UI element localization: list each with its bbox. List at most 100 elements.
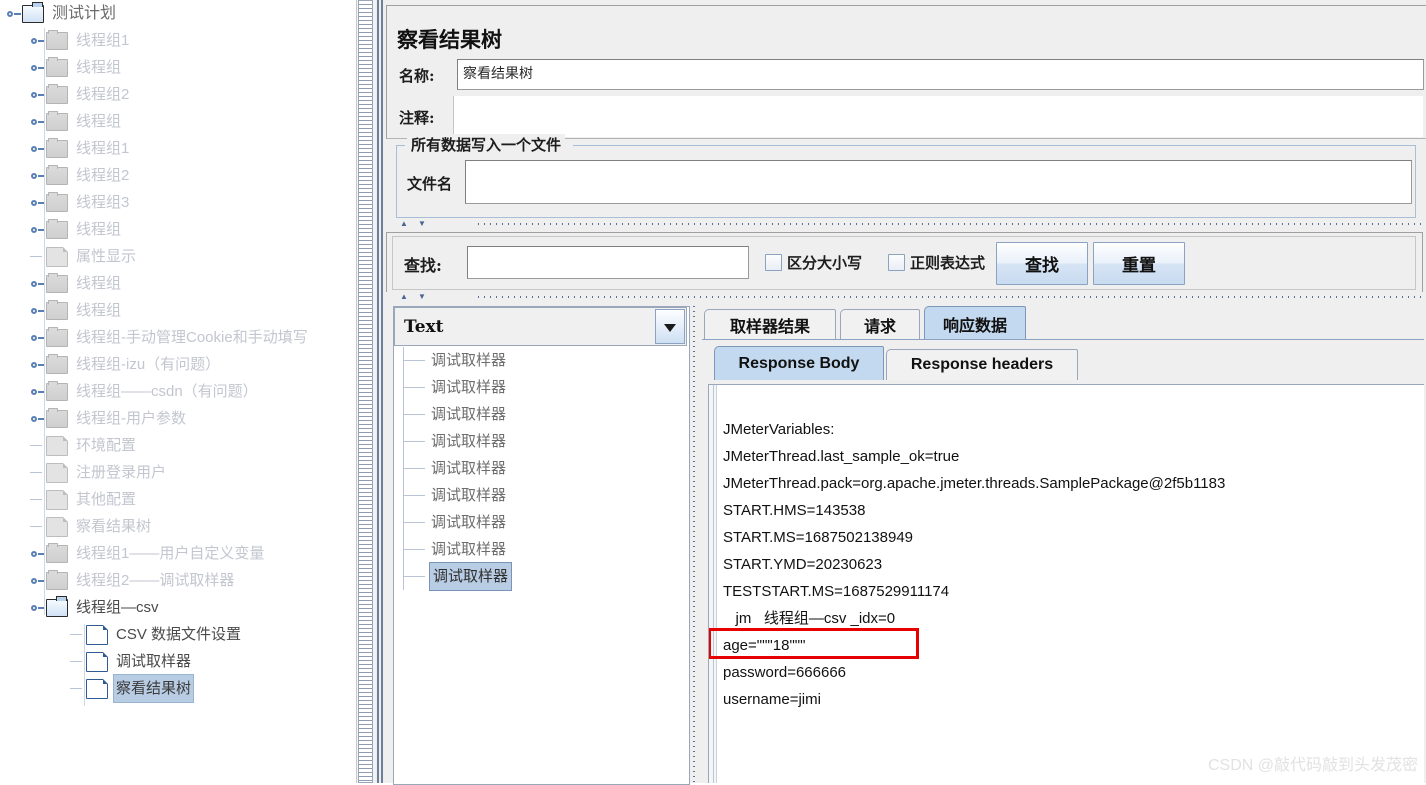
tree-item[interactable]: 线程组2 xyxy=(0,81,356,108)
inner-vertical-splitter[interactable] xyxy=(690,306,700,783)
tree-item[interactable]: 线程组-手动管理Cookie和手动填写 xyxy=(0,324,356,351)
tree-expander-icon[interactable] xyxy=(30,573,46,589)
tree-item[interactable]: 察看结果树 xyxy=(0,674,356,703)
tree-item-label: 线程组—csv xyxy=(76,599,159,616)
sampler-list-item[interactable]: 调试取样器 xyxy=(395,509,686,536)
tree-expander-icon[interactable] xyxy=(30,60,46,76)
response-gutter xyxy=(709,385,717,783)
tree-expander-icon[interactable] xyxy=(30,384,46,400)
tree-item[interactable]: 线程组1 xyxy=(0,27,356,54)
search-bar-panel: 查找: 区分大小写 正则表达式 查找 重置 xyxy=(386,232,1423,294)
tree-item[interactable]: 属性显示 xyxy=(0,243,356,270)
tree-vertical-scrollbar[interactable] xyxy=(356,0,377,783)
filename-input[interactable] xyxy=(465,160,1412,204)
sampler-list-item[interactable]: 调试取样器 xyxy=(395,428,686,455)
tree-expander-icon[interactable] xyxy=(30,276,46,292)
tree-item[interactable]: 测试计划 xyxy=(0,0,356,27)
tree-expander-icon[interactable] xyxy=(30,222,46,238)
regex-label[interactable]: 正则表达式 xyxy=(910,252,985,273)
sampler-list-item[interactable]: 调试取样器 xyxy=(395,455,686,482)
test-plan-tree[interactable]: 测试计划 线程组1 线程组 线程组2 线程组 线程组1 线程组2 线程组3 线程组 属性显示 线程组… xyxy=(0,0,356,783)
tree-expander-icon[interactable] xyxy=(30,168,46,184)
tree-leaf-connector-icon xyxy=(70,654,86,670)
horizontal-splitter-top[interactable]: ▲ ▼ xyxy=(386,219,1426,229)
subtab-1[interactable]: Response headers xyxy=(886,349,1078,380)
tree-item[interactable]: 线程组——csdn（有问题） xyxy=(0,378,356,405)
tree-item[interactable]: 调试取样器 xyxy=(0,648,356,675)
tree-item[interactable]: 察看结果树 xyxy=(0,513,356,540)
tree-expander-icon[interactable] xyxy=(30,357,46,373)
tree-item[interactable]: 线程组 xyxy=(0,54,356,81)
main-vertical-splitter[interactable] xyxy=(376,0,384,783)
tree-item[interactable]: 线程组2 xyxy=(0,162,356,189)
name-input[interactable]: 察看结果树 xyxy=(457,59,1424,90)
subtab-0[interactable]: Response Body xyxy=(714,346,884,380)
sampler-list-item[interactable]: 调试取样器 xyxy=(395,401,686,428)
tree-item[interactable]: 线程组1——用户自定义变量 xyxy=(0,540,356,567)
sampler-list-item[interactable]: 调试取样器 xyxy=(395,347,686,374)
tree-expander-icon[interactable] xyxy=(30,141,46,157)
tree-item[interactable]: 线程组-用户参数 xyxy=(0,405,356,432)
tree-expander-icon[interactable] xyxy=(30,411,46,427)
tree-item[interactable]: 线程组 xyxy=(0,297,356,324)
folder-icon xyxy=(46,56,68,77)
case-sensitive-checkbox[interactable] xyxy=(765,254,782,271)
tree-item[interactable]: 线程组 xyxy=(0,216,356,243)
tree-item[interactable]: 线程组1 xyxy=(0,135,356,162)
tab-1[interactable]: 请求 xyxy=(840,309,920,340)
find-button[interactable]: 查找 xyxy=(996,242,1088,285)
sampler-list[interactable]: 调试取样器 调试取样器 调试取样器 调试取样器 调试取样器 调试取样器 调试取样器 调试取样器… xyxy=(395,347,686,783)
tab-2[interactable]: 响应数据 xyxy=(924,306,1026,340)
tree-item[interactable]: 线程组3 xyxy=(0,189,356,216)
tab-0[interactable]: 取样器结果 xyxy=(704,309,836,340)
tree-expander-icon[interactable] xyxy=(30,546,46,562)
tree-expander-icon[interactable] xyxy=(30,195,46,211)
tree-leaf-connector-icon xyxy=(30,438,46,454)
tree-scrollbar-thumb[interactable] xyxy=(358,0,373,783)
tree-leaf-connector-icon xyxy=(403,428,425,455)
tree-expander-icon[interactable] xyxy=(30,114,46,130)
tree-item-label: 属性显示 xyxy=(76,248,137,265)
tree-item[interactable]: 线程组 xyxy=(0,270,356,297)
comment-input[interactable] xyxy=(453,96,1423,137)
sampler-list-item[interactable]: 调试取样器 xyxy=(395,482,686,509)
search-input[interactable] xyxy=(467,246,749,279)
regex-checkbox[interactable] xyxy=(888,254,905,271)
tree-item[interactable]: 线程组2——调试取样器 xyxy=(0,567,356,594)
response-line-text: TESTSTART.MS=1687529911174 xyxy=(723,583,950,600)
response-line: username=jimi xyxy=(723,686,1424,713)
sampler-list-item[interactable]: 调试取样器 xyxy=(395,374,686,401)
splitter-collapse-up-icon[interactable]: ▲ xyxy=(398,220,410,228)
tree-expander-icon[interactable] xyxy=(6,6,22,22)
write-all-data-group: 所有数据写入一个文件 文件名 xyxy=(396,134,1416,218)
splitter2-collapse-up-icon[interactable]: ▲ xyxy=(398,293,410,301)
tree-item[interactable]: 线程组—csv xyxy=(0,594,356,621)
sampler-list-item-label: 调试取样器 xyxy=(431,487,507,504)
horizontal-splitter-bottom[interactable]: ▲ ▼ xyxy=(386,292,1426,302)
chevron-down-icon[interactable] xyxy=(655,309,685,344)
splitter-collapse-down-icon[interactable]: ▼ xyxy=(416,220,428,228)
sampler-list-item[interactable]: 调试取样器 xyxy=(395,536,686,563)
tree-item[interactable]: 注册登录用户 xyxy=(0,459,356,486)
folder-open-icon xyxy=(46,595,68,617)
tree-item[interactable]: 线程组-izu（有问题） xyxy=(0,351,356,378)
response-panel: 取样器结果 请求 响应数据 Response Body Response header… xyxy=(702,306,1424,783)
tree-item[interactable]: CSV 数据文件设置 xyxy=(0,621,356,648)
tree-item[interactable]: 环境配置 xyxy=(0,432,356,459)
reset-button[interactable]: 重置 xyxy=(1093,242,1185,285)
tree-item[interactable]: 线程组 xyxy=(0,108,356,135)
splitter2-collapse-down-icon[interactable]: ▼ xyxy=(416,293,428,301)
response-line: START.YMD=20230623 xyxy=(723,551,1424,578)
case-sensitive-label[interactable]: 区分大小写 xyxy=(787,252,862,273)
tree-expander-icon[interactable] xyxy=(30,33,46,49)
tree-item[interactable]: 其他配置 xyxy=(0,486,356,513)
tree-expander-icon[interactable] xyxy=(30,600,46,616)
tree-expander-icon[interactable] xyxy=(30,87,46,103)
render-format-combo[interactable]: Text xyxy=(394,307,687,346)
tree-expander-icon[interactable] xyxy=(30,330,46,346)
response-body-view[interactable]: JMeterVariables: JMeterThread.last_sample… xyxy=(708,384,1424,783)
sampler-list-item[interactable]: 调试取样器 xyxy=(395,562,686,591)
sampler-list-item-label: 调试取样器 xyxy=(431,379,507,396)
group-border-right xyxy=(573,145,1415,146)
tree-expander-icon[interactable] xyxy=(30,303,46,319)
